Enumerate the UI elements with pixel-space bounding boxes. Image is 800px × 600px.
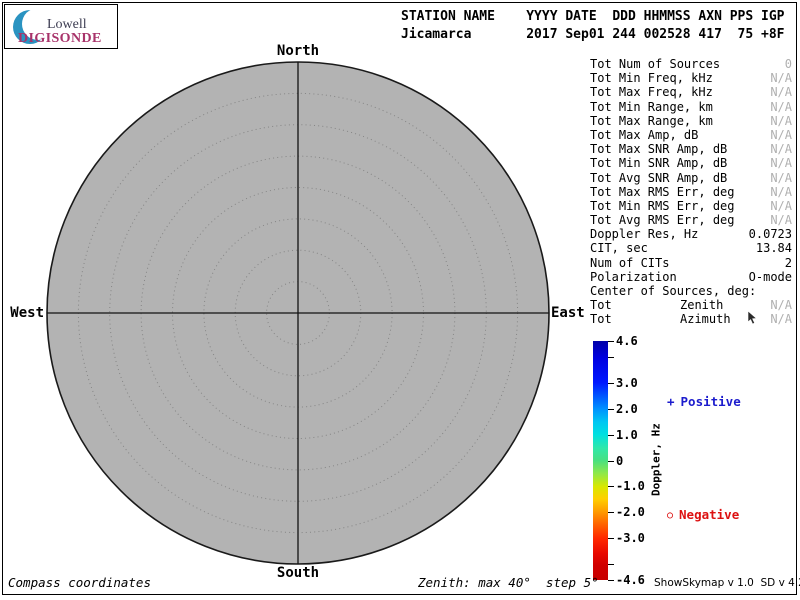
stat-value: N/A [770, 171, 792, 185]
colorbar-tick [608, 580, 614, 581]
stat-row: Tot Min SNR Amp, dB N/A [590, 156, 792, 170]
stat-value: N/A [770, 71, 792, 85]
header-columns-row: STATION NAME YYYY DATE DDD HHMMSS AXN PP… [401, 8, 785, 26]
stat-value: N/A [770, 213, 792, 227]
stat-value: 2 [785, 256, 792, 270]
stat-label: Tot Avg RMS Err, deg [590, 213, 735, 227]
showskymap-window: Lowell DIGISONDE STATION NAME YYYY DATE … [0, 0, 800, 600]
negative-doppler-legend: ○ Negative [667, 507, 739, 522]
stat-mid-label: Zenith [680, 298, 723, 312]
colorbar-tick [608, 435, 614, 436]
stat-label: Tot Num of Sources [590, 57, 720, 71]
stat-row: Tot Num of Sources 0 [590, 57, 792, 71]
stat-label: Tot [590, 312, 612, 326]
circle-marker-icon: ○ [667, 510, 673, 521]
colorbar-tick [608, 341, 614, 342]
stat-value: N/A [770, 312, 792, 326]
doppler-colorbar [593, 341, 608, 580]
stat-row: Tot Max Amp, dB N/A [590, 128, 792, 142]
stat-label: Polarization [590, 270, 677, 284]
stat-value: N/A [770, 298, 792, 312]
stat-value: N/A [770, 142, 792, 156]
stat-value: O-mode [749, 270, 792, 284]
stat-label: Center of Sources, deg: [590, 284, 756, 298]
colorbar-tick [608, 564, 614, 565]
header-values-row: Jicamarca 2017 Sep01 244 002528 417 75 +… [401, 26, 785, 44]
colorbar-tick [608, 409, 614, 410]
stat-row: Tot Max RMS Err, deg N/A [590, 185, 792, 199]
zenith-range-note: Zenith: max 40° step 5° [418, 575, 599, 590]
stat-label: Tot Max SNR Amp, dB [590, 142, 727, 156]
stat-value: N/A [770, 185, 792, 199]
mouse-cursor-icon [747, 311, 759, 325]
colorbar-tick-label: 3.0 [616, 376, 656, 390]
stat-label: Tot Max Freq, kHz [590, 85, 713, 99]
colorbar-tick [608, 383, 614, 384]
compass-label-south: South [238, 565, 358, 581]
stat-label: Tot Avg SNR Amp, dB [590, 171, 727, 185]
stat-row: Tot Azimuth N/A [590, 312, 792, 326]
stat-row: Tot Min Range, km N/A [590, 100, 792, 114]
stat-row: Tot Zenith N/A [590, 298, 792, 312]
logo-text-digisonde: DIGISONDE [18, 31, 102, 47]
lowell-digisonde-logo: Lowell DIGISONDE [4, 4, 118, 49]
colorbar-tick [608, 512, 614, 513]
colorbar-tick-label: -4.6 [616, 573, 656, 587]
stat-value: N/A [770, 199, 792, 213]
stat-value: N/A [770, 100, 792, 114]
stat-row: Tot Max Freq, kHz N/A [590, 85, 792, 99]
colorbar-tick [608, 357, 614, 358]
station-header: STATION NAME YYYY DATE DDD HHMMSS AXN PP… [401, 8, 785, 44]
compass-label-north: North [238, 43, 358, 59]
stat-value: N/A [770, 85, 792, 99]
stat-row: Tot Min RMS Err, deg N/A [590, 199, 792, 213]
stat-row: Polarization O-mode [590, 270, 792, 284]
stat-row: Doppler Res, Hz 0.0723 [590, 227, 792, 241]
stat-label: Tot Max RMS Err, deg [590, 185, 735, 199]
stat-label: CIT, sec [590, 241, 648, 255]
stat-value: 13.84 [756, 241, 792, 255]
stat-row: Center of Sources, deg: [590, 284, 792, 298]
stat-value: N/A [770, 156, 792, 170]
version-text: ShowSkymap v 1.0 SD v 4.2 [654, 577, 800, 589]
stat-label: Tot Max Amp, dB [590, 128, 698, 142]
stat-value: 0.0723 [749, 227, 792, 241]
stat-mid-label: Azimuth [680, 312, 731, 326]
stat-row: Tot Avg RMS Err, deg N/A [590, 213, 792, 227]
stat-value: N/A [770, 114, 792, 128]
stat-label: Tot Min Freq, kHz [590, 71, 713, 85]
stat-row: Tot Min Freq, kHz N/A [590, 71, 792, 85]
colorbar-axis-title: Doppler, Hz [650, 405, 663, 515]
stat-label: Tot Min RMS Err, deg [590, 199, 735, 213]
stat-row: CIT, sec 13.84 [590, 241, 792, 255]
stat-label: Num of CITs [590, 256, 669, 270]
stat-value: N/A [770, 128, 792, 142]
colorbar-tick-label: 4.6 [616, 334, 656, 348]
positive-label: Positive [681, 394, 741, 409]
stat-label: Doppler Res, Hz [590, 227, 698, 241]
colorbar-tick [608, 461, 614, 462]
compass-label-west: West [0, 305, 44, 321]
stat-value: 0 [785, 57, 792, 71]
stat-row: Num of CITs 2 [590, 256, 792, 270]
stats-panel: Tot Num of Sources0Tot Min Freq, kHzN/AT… [590, 57, 792, 327]
plus-marker-icon: + [667, 394, 675, 409]
stat-label: Tot Max Range, km [590, 114, 713, 128]
stat-label: Tot [590, 298, 612, 312]
stat-row: Tot Avg SNR Amp, dB N/A [590, 171, 792, 185]
stat-row: Tot Max SNR Amp, dB N/A [590, 142, 792, 156]
positive-doppler-legend: + Positive [667, 394, 741, 409]
colorbar-tick-label: -3.0 [616, 531, 656, 545]
coordinate-system-note: Compass coordinates [8, 575, 151, 590]
colorbar-tick [608, 486, 614, 487]
colorbar-tick [608, 538, 614, 539]
stat-label: Tot Min Range, km [590, 100, 713, 114]
stat-label: Tot Min SNR Amp, dB [590, 156, 727, 170]
negative-label: Negative [679, 507, 739, 522]
stat-row: Tot Max Range, km N/A [590, 114, 792, 128]
